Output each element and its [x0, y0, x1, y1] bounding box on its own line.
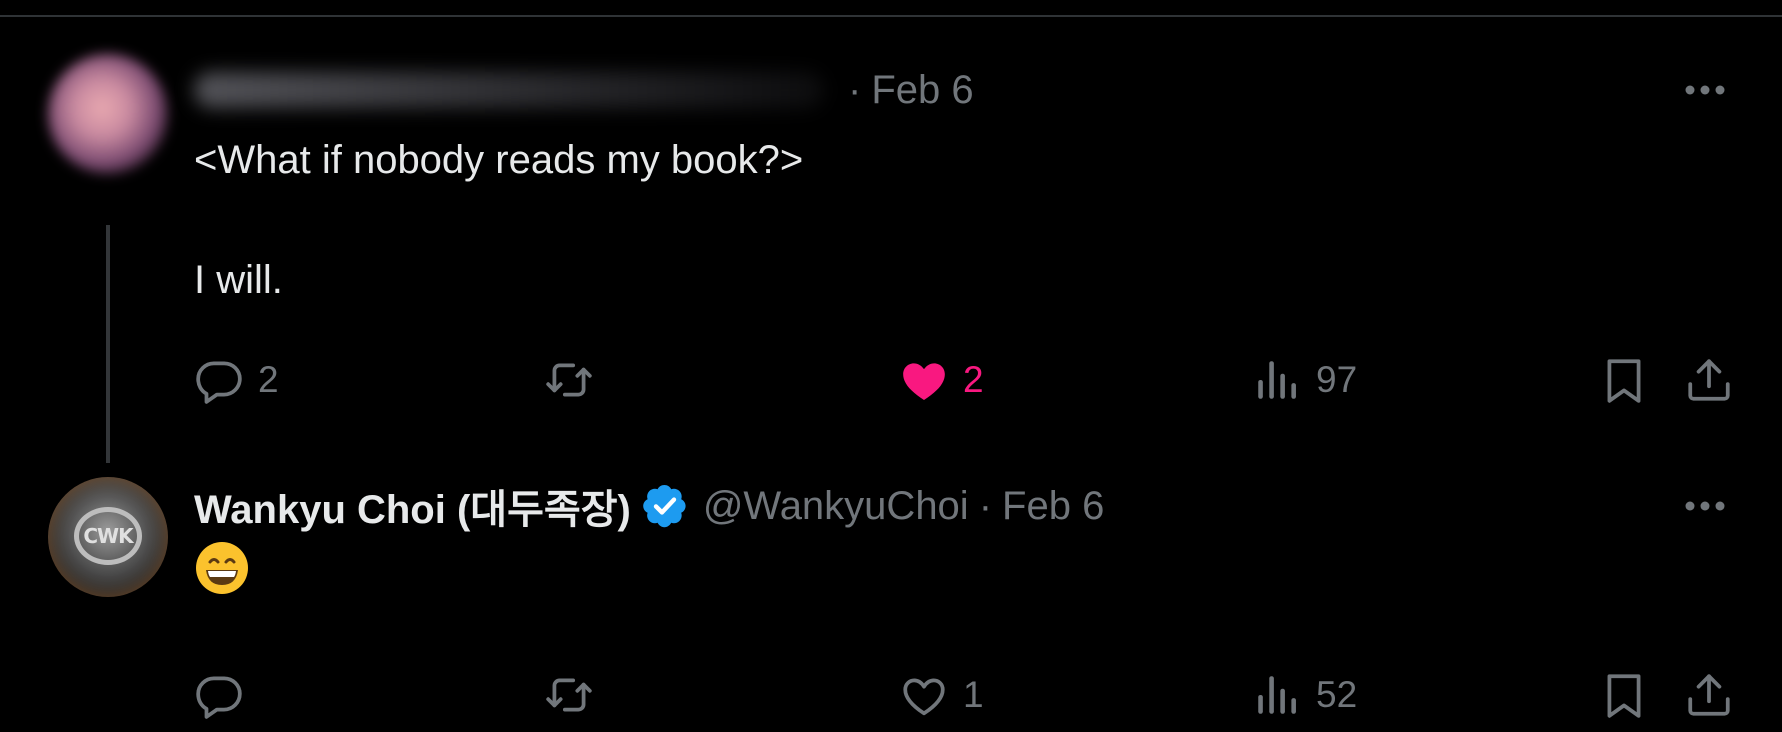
author-handle[interactable]: @WankyuChoi — [703, 484, 969, 529]
share-icon — [1688, 359, 1730, 401]
tweet-reply[interactable]: CWK Wankyu Choi (대두족장) @WankyuChoi · Feb… — [0, 450, 1782, 732]
heart-icon — [903, 363, 945, 400]
tweet-date[interactable]: Feb 6 — [1002, 484, 1104, 529]
views-icon — [1258, 361, 1296, 399]
views-icon — [1258, 676, 1296, 714]
tweet-text — [194, 540, 250, 596]
tweet-text-line-1: <What if nobody reads my book?> — [194, 138, 804, 182]
separator-dot: · — [848, 67, 862, 112]
share-button[interactable] — [1684, 665, 1734, 725]
views-button[interactable]: 52 — [1252, 665, 1357, 725]
views-count: 52 — [1316, 674, 1358, 715]
top-divider — [0, 15, 1782, 17]
tweet-date[interactable]: Feb 6 — [871, 68, 973, 113]
heart-icon — [903, 678, 945, 716]
views-button[interactable]: 97 — [1252, 350, 1357, 410]
avatar-blurred[interactable] — [48, 54, 168, 174]
reply-button[interactable]: 2 — [194, 350, 279, 410]
tweet-text-line-2: I will. — [194, 258, 283, 302]
bookmark-button[interactable] — [1599, 350, 1649, 410]
like-count: 1 — [963, 674, 984, 715]
bookmark-icon — [1607, 359, 1641, 403]
views-count: 97 — [1316, 359, 1358, 400]
verified-badge-icon[interactable] — [641, 482, 689, 530]
tweet-actions: 2 2 97 — [194, 350, 1734, 410]
like-button[interactable]: 1 — [899, 665, 984, 725]
tweet-header: · Feb 6 — [194, 60, 974, 120]
more-options-button[interactable] — [1684, 82, 1726, 98]
more-options-button[interactable] — [1684, 498, 1726, 514]
author-name[interactable]: Wankyu Choi (대두족장) — [194, 477, 631, 535]
bookmark-button[interactable] — [1599, 665, 1649, 725]
repost-button[interactable] — [544, 350, 594, 410]
author-name-blurred[interactable] — [194, 72, 824, 108]
more-icon — [1685, 501, 1725, 511]
grinning-face-emoji-icon — [196, 542, 248, 594]
share-button[interactable] — [1684, 350, 1734, 410]
more-icon — [1685, 85, 1725, 95]
reply-count: 2 — [258, 359, 279, 400]
repost-icon — [546, 678, 592, 712]
share-icon — [1688, 674, 1730, 716]
like-button[interactable]: 2 — [899, 350, 984, 410]
reply-button[interactable] — [194, 665, 244, 725]
reply-icon — [196, 361, 242, 404]
reply-icon — [196, 676, 242, 719]
avatar[interactable]: CWK — [48, 477, 168, 597]
avatar-logo: CWK — [74, 507, 142, 565]
thread-connector — [106, 225, 110, 463]
separator-dot: · — [978, 483, 993, 528]
like-count: 2 — [963, 359, 984, 400]
tweet-header: Wankyu Choi (대두족장) @WankyuChoi · Feb 6 — [194, 476, 1104, 536]
tweet-text: <What if nobody reads my book?> I will. — [194, 130, 803, 310]
repost-icon — [546, 363, 592, 397]
tweet-parent[interactable]: · Feb 6 <What if nobody reads my book?> … — [0, 40, 1782, 463]
tweet-actions: 1 52 — [194, 665, 1734, 725]
repost-button[interactable] — [544, 665, 594, 725]
bookmark-icon — [1607, 674, 1641, 718]
